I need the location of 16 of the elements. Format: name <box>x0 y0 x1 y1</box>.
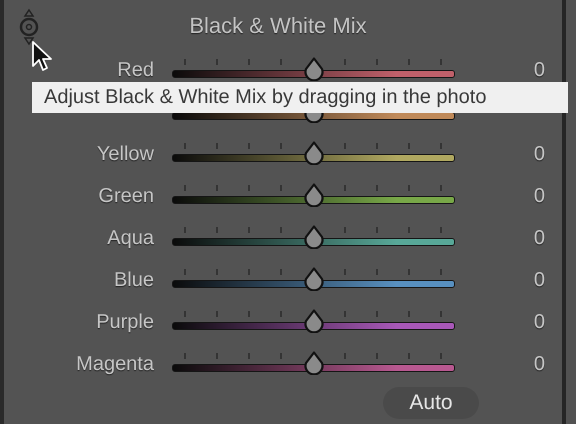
slider-label: Blue <box>114 268 154 290</box>
slider-label: Magenta <box>76 352 154 374</box>
slider-value: 0 <box>534 226 545 248</box>
slider-value: 0 <box>534 184 545 206</box>
slider-value: 0 <box>534 58 545 80</box>
tooltip: Adjust Black & White Mix by dragging in the photo <box>32 82 568 113</box>
slider-value: 0 <box>534 352 545 374</box>
slider-label: Yellow <box>96 142 154 164</box>
panel-title: Black & White Mix <box>189 13 367 40</box>
slider-label: Aqua <box>107 226 154 248</box>
slider-label: Red <box>117 58 154 80</box>
slider-value: 0 <box>534 310 545 332</box>
slider-value: 0 <box>534 142 545 164</box>
slider-label: Green <box>98 184 154 206</box>
slider-label: Purple <box>96 310 154 332</box>
slider-value: 0 <box>534 268 545 290</box>
